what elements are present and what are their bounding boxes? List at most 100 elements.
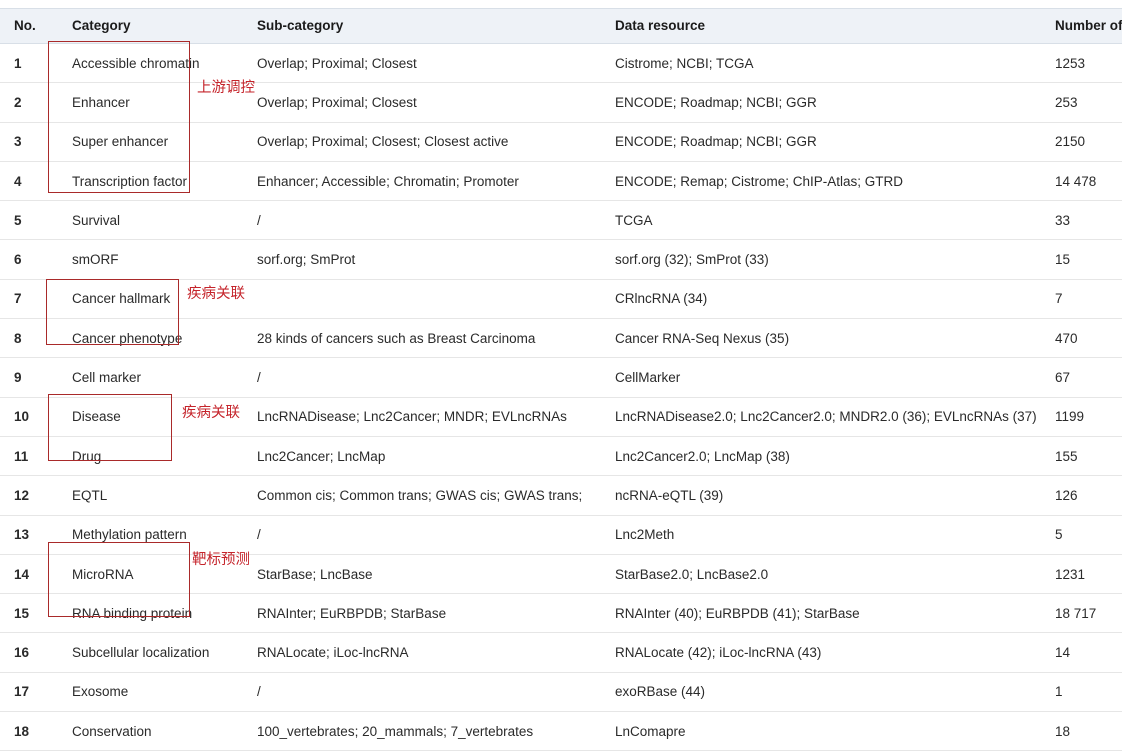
cell-subcategory: RNALocate; iLoc-lncRNA [239, 632, 605, 673]
cell-subcategory: / [239, 672, 605, 713]
cell-number-of-sets: 33 [1055, 200, 1122, 241]
cell-subcategory: LncRNADisease; Lnc2Cancer; MNDR; EVLncRN… [239, 397, 605, 437]
cell-data-resource: sorf.org (32); SmProt (33) [605, 239, 1055, 280]
cell-data-resource: ENCODE; Remap; Cistrome; ChIP-Atlas; GTR… [605, 161, 1055, 202]
cell-data-resource: ENCODE; Roadmap; NCBI; GGR [605, 82, 1055, 123]
cell-number-of-sets: 15 [1055, 239, 1122, 280]
cell-subcategory: / [239, 357, 605, 398]
cell-number-of-sets: 5 [1055, 515, 1122, 555]
cell-no: 13 [0, 515, 62, 555]
cell-number-of-sets: 126 [1055, 475, 1122, 516]
cell-no: 2 [0, 82, 62, 123]
cell-subcategory: Overlap; Proximal; Closest [239, 43, 605, 84]
table-row[interactable]: 8 Cancer phenotype 28 kinds of cancers suc… [0, 318, 1122, 359]
cell-subcategory: RNAInter; EuRBPDB; StarBase [239, 593, 605, 634]
cell-category: Super enhancer [62, 122, 239, 162]
annotation-label-disease-association-2: 疾病关联 [182, 405, 240, 421]
cell-data-resource: Cistrome; NCBI; TCGA [605, 43, 1055, 84]
cell-category: Accessible chromatin [62, 43, 239, 84]
column-header-category[interactable]: Category [62, 8, 239, 44]
cell-data-resource: StarBase2.0; LncBase2.0 [605, 554, 1055, 595]
table-row[interactable]: 10 Disease LncRNADisease; Lnc2Cancer; MNDR… [0, 397, 1122, 437]
cell-number-of-sets: 470 [1055, 318, 1122, 359]
table-row[interactable]: 13 Methylation pattern / Lnc2Meth 5 [0, 515, 1122, 555]
cell-category: Exosome [62, 672, 239, 713]
cell-number-of-sets: 14 478 [1055, 161, 1122, 202]
table-row[interactable]: 5 Survival / TCGA 33 [0, 200, 1122, 241]
column-header-subcategory[interactable]: Sub-category [239, 8, 605, 44]
cell-number-of-sets: 14 [1055, 632, 1122, 673]
cell-data-resource: CRlncRNA (34) [605, 279, 1055, 320]
cell-no: 17 [0, 672, 62, 713]
cell-data-resource: CellMarker [605, 357, 1055, 398]
cell-number-of-sets: 7 [1055, 279, 1122, 320]
cell-data-resource: Lnc2Cancer2.0; LncMap (38) [605, 436, 1055, 477]
cell-number-of-sets: 253 [1055, 82, 1122, 123]
cell-category: Methylation pattern [62, 515, 239, 555]
cell-data-resource: exoRBase (44) [605, 672, 1055, 713]
cell-data-resource: ENCODE; Roadmap; NCBI; GGR [605, 122, 1055, 162]
cell-number-of-sets: 1253 [1055, 43, 1122, 84]
cell-data-resource: TCGA [605, 200, 1055, 241]
cell-subcategory: / [239, 200, 605, 241]
annotation-label-upstream-regulation: 上游调控 [197, 80, 255, 96]
table-row[interactable]: 14 MicroRNA StarBase; LncBase StarBase2.0; … [0, 554, 1122, 595]
column-header-no[interactable]: No. [0, 8, 62, 44]
cell-subcategory: Enhancer; Accessible; Chromatin; Promote… [239, 161, 605, 202]
cell-subcategory: Common cis; Common trans; GWAS cis; GWAS… [239, 475, 605, 516]
cell-no: 7 [0, 279, 62, 320]
table-row[interactable]: 9 Cell marker / CellMarker 67 [0, 357, 1122, 398]
cell-no: 4 [0, 161, 62, 202]
table-row[interactable]: 11 Drug Lnc2Cancer; LncMap Lnc2Cancer2.0; L… [0, 436, 1122, 477]
cell-subcategory: Lnc2Cancer; LncMap [239, 436, 605, 477]
cell-subcategory: / [239, 515, 605, 555]
cell-no: 9 [0, 357, 62, 398]
annotation-label-disease-association-1: 疾病关联 [187, 286, 245, 302]
cell-no: 10 [0, 397, 62, 437]
table-row[interactable]: 6 smORF sorf.org; SmProt sorf.org (32); SmP… [0, 239, 1122, 280]
cell-number-of-sets: 2150 [1055, 122, 1122, 162]
cell-no: 14 [0, 554, 62, 595]
cell-number-of-sets: 67 [1055, 357, 1122, 398]
cell-data-resource: RNAInter (40); EuRBPDB (41); StarBase [605, 593, 1055, 634]
cell-number-of-sets: 18 [1055, 711, 1122, 751]
cell-no: 8 [0, 318, 62, 359]
cell-category: Survival [62, 200, 239, 241]
cell-subcategory: 100_vertebrates; 20_mammals; 7_vertebrat… [239, 711, 605, 751]
table-row[interactable]: 2 Enhancer Overlap; Proximal; Closest ENCOD… [0, 82, 1122, 123]
cell-no: 5 [0, 200, 62, 241]
cell-subcategory: 28 kinds of cancers such as Breast Carci… [239, 318, 605, 359]
cell-subcategory: StarBase; LncBase [239, 554, 605, 595]
table-row[interactable]: 4 Transcription factor Enhancer; Accessibl… [0, 161, 1122, 202]
cell-category: Cancer phenotype [62, 318, 239, 359]
annotation-label-target-prediction: 靶标预测 [192, 552, 250, 568]
table-row[interactable]: 17 Exosome / exoRBase (44) 1 [0, 672, 1122, 713]
column-header-number-of-sets[interactable]: Number of sets [1055, 8, 1122, 44]
cell-number-of-sets: 18 717 [1055, 593, 1122, 634]
cell-category: Transcription factor [62, 161, 239, 202]
table-row[interactable]: 16 Subcellular localization RNALocate; iLo… [0, 632, 1122, 673]
cell-category: Conservation [62, 711, 239, 751]
table-row[interactable]: 1 Accessible chromatin Overlap; Proximal; … [0, 43, 1122, 84]
table-row[interactable]: 3 Super enhancer Overlap; Proximal; Closes… [0, 122, 1122, 162]
cell-data-resource: LncRNADisease2.0; Lnc2Cancer2.0; MNDR2.0… [605, 397, 1055, 437]
cell-subcategory: Overlap; Proximal; Closest [239, 82, 605, 123]
cell-no: 18 [0, 711, 62, 751]
cell-subcategory: Overlap; Proximal; Closest; Closest acti… [239, 122, 605, 162]
table-row[interactable]: 7 Cancer hallmark CRlncRNA (34) 7 [0, 279, 1122, 320]
cell-data-resource: Cancer RNA-Seq Nexus (35) [605, 318, 1055, 359]
cell-subcategory [239, 279, 605, 320]
cell-data-resource: ncRNA-eQTL (39) [605, 475, 1055, 516]
cell-no: 3 [0, 122, 62, 162]
table-row[interactable]: 12 EQTL Common cis; Common trans; GWAS cis… [0, 475, 1122, 516]
table-row[interactable]: 15 RNA binding protein RNAInter; EuRBPDB; … [0, 593, 1122, 634]
column-header-data-resource[interactable]: Data resource [605, 8, 1055, 44]
cell-category: Subcellular localization [62, 632, 239, 673]
cell-category: Drug [62, 436, 239, 477]
table-header-row: No. Category Sub-category Data resource … [0, 8, 1122, 44]
cell-data-resource: LnComapre [605, 711, 1055, 751]
table-row[interactable]: 18 Conservation 100_vertebrates; 20_mammal… [0, 711, 1122, 751]
cell-no: 1 [0, 43, 62, 84]
cell-number-of-sets: 1 [1055, 672, 1122, 713]
table-header: No. Category Sub-category Data resource … [0, 8, 1122, 44]
